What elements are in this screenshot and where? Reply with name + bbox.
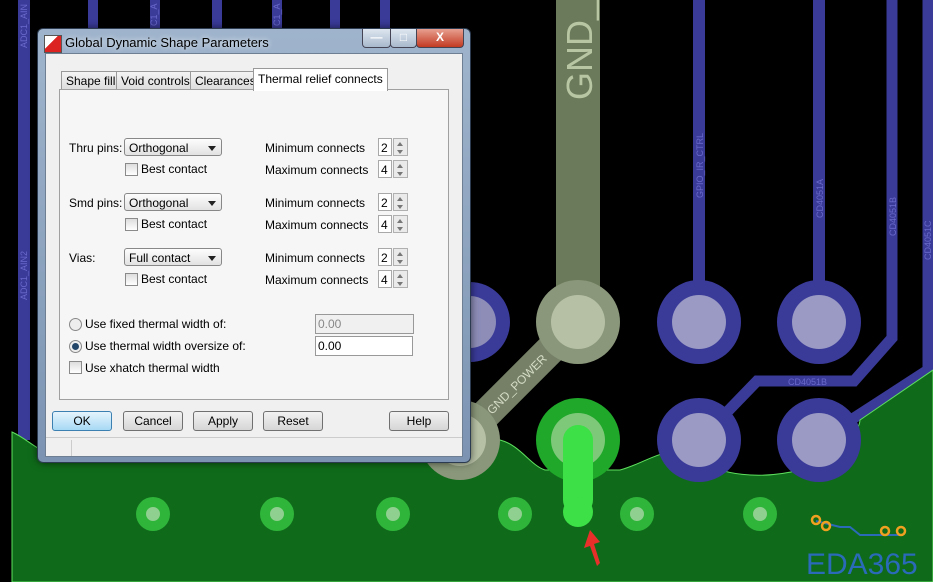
up-arrow-icon <box>397 164 403 168</box>
xhatch-checkbox[interactable] <box>69 361 82 374</box>
chevron-down-icon <box>208 146 216 151</box>
up-arrow-icon <box>397 197 403 201</box>
smd-max-spinner[interactable] <box>393 215 408 233</box>
smd-min-spinner[interactable] <box>393 193 408 211</box>
net-label: GND_ <box>559 0 600 100</box>
vias-select[interactable]: Full contact <box>124 248 222 266</box>
status-bar <box>46 437 462 457</box>
thru-min-connects-input[interactable]: 2 <box>378 138 392 156</box>
best-contact-label: Best contact <box>141 217 208 231</box>
net-label: ADC1_AIN2 <box>19 251 29 300</box>
smd-best-contact-checkbox[interactable] <box>125 218 138 231</box>
tab-shape-fill[interactable]: Shape fill <box>61 71 121 90</box>
up-arrow-icon <box>397 142 403 146</box>
watermark-text: EDA365 <box>806 548 918 581</box>
net-label: GPIO_IR_CTRL <box>695 133 705 198</box>
net-label: ADC1_AIN <box>19 4 29 48</box>
min-connects-label: Minimum connects <box>265 141 366 155</box>
xhatch-label: Use xhatch thermal width <box>85 361 220 375</box>
tab-clearances[interactable]: Clearances <box>190 71 261 90</box>
best-contact-label: Best contact <box>141 272 208 286</box>
trace-cd4051b <box>696 0 898 444</box>
net-label: GND_POWER <box>484 351 550 417</box>
thru-max-spinner[interactable] <box>393 160 408 178</box>
oversize-width-input[interactable]: 0.00 <box>315 336 413 356</box>
chevron-down-icon <box>208 201 216 206</box>
down-arrow-icon <box>397 227 403 231</box>
maximize-button[interactable]: □ <box>390 29 417 48</box>
thermal-relief-panel: Thru pins: Orthogonal Best contact Minim… <box>59 89 449 400</box>
dialog-client: Shape fill Void controls Clearances Ther… <box>45 53 463 457</box>
best-contact-label: Best contact <box>141 162 208 176</box>
net-label: CD4051A <box>815 179 825 218</box>
oversize-width-radio[interactable] <box>69 340 82 353</box>
close-button[interactable]: X <box>416 29 464 48</box>
max-connects-label: Maximum connects <box>265 273 369 287</box>
down-arrow-icon <box>397 260 403 264</box>
reset-button[interactable]: Reset <box>263 411 323 431</box>
minimize-icon: — <box>370 30 383 44</box>
close-icon: X <box>435 30 444 44</box>
vias-best-contact-checkbox[interactable] <box>125 273 138 286</box>
tab-void-controls[interactable]: Void controls <box>116 71 195 90</box>
max-connects-label: Maximum connects <box>265 218 369 232</box>
vias-max-connects-input[interactable]: 4 <box>378 270 392 288</box>
vias-label: Vias: <box>69 251 96 265</box>
min-connects-label: Minimum connects <box>265 196 366 210</box>
chevron-down-icon <box>208 256 216 261</box>
global-dynamic-shape-parameters-dialog: Global Dynamic Shape Parameters — □ X Sh… <box>37 28 471 463</box>
net-label: C1_A <box>272 3 282 26</box>
min-connects-label: Minimum connects <box>265 251 366 265</box>
vias-min-connects-input[interactable]: 2 <box>378 248 392 266</box>
apply-button[interactable]: Apply <box>193 411 253 431</box>
max-connects-label: Maximum connects <box>265 163 369 177</box>
app-icon <box>44 35 62 53</box>
dialog-title: Global Dynamic Shape Parameters <box>65 35 269 50</box>
thru-min-spinner[interactable] <box>393 138 408 156</box>
vias-max-spinner[interactable] <box>393 270 408 288</box>
smd-max-connects-input[interactable]: 4 <box>378 215 392 233</box>
help-button[interactable]: Help <box>389 411 449 431</box>
minimize-button[interactable]: — <box>362 29 391 48</box>
oversize-width-label: Use thermal width oversize of: <box>85 339 246 353</box>
vias-min-spinner[interactable] <box>393 248 408 266</box>
smd-pins-label: Smd pins: <box>69 196 123 210</box>
fixed-width-label: Use fixed thermal width of: <box>85 317 227 331</box>
ok-button[interactable]: OK <box>52 411 112 431</box>
down-arrow-icon <box>397 172 403 176</box>
down-arrow-icon <box>397 282 403 286</box>
thru-pins-label: Thru pins: <box>69 141 123 155</box>
cancel-button[interactable]: Cancel <box>123 411 183 431</box>
smd-min-connects-input[interactable]: 2 <box>378 193 392 211</box>
fixed-width-input[interactable]: 0.00 <box>315 314 414 334</box>
up-arrow-icon <box>397 252 403 256</box>
up-arrow-icon <box>397 274 403 278</box>
net-label: CD4051B <box>888 197 898 236</box>
down-arrow-icon <box>397 205 403 209</box>
status-divider <box>71 440 72 456</box>
smd-pins-select[interactable]: Orthogonal <box>124 193 222 211</box>
fixed-width-radio[interactable] <box>69 318 82 331</box>
down-arrow-icon <box>397 150 403 154</box>
up-arrow-icon <box>397 219 403 223</box>
trace-cd4051c <box>817 0 933 445</box>
tab-thermal-relief-connects[interactable]: Thermal relief connects <box>253 68 388 91</box>
net-label: CD4051B <box>788 377 827 387</box>
maximize-icon: □ <box>399 30 408 44</box>
net-label: C1_A <box>149 3 159 26</box>
thru-max-connects-input[interactable]: 4 <box>378 160 392 178</box>
thru-best-contact-checkbox[interactable] <box>125 163 138 176</box>
thru-pins-select[interactable]: Orthogonal <box>124 138 222 156</box>
net-label: CD4051C <box>923 220 933 260</box>
